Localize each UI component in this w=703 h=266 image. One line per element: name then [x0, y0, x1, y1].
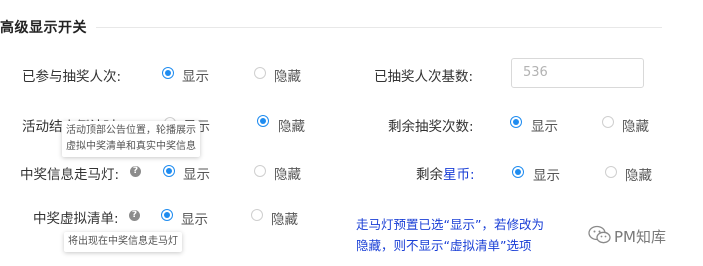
- coins-label: 剩余星币:: [416, 163, 475, 183]
- marquee-help-icon[interactable]: ?: [130, 166, 141, 177]
- remaining-show-label[interactable]: 显示: [531, 115, 558, 135]
- remaining-label: 剩余抽奖次数:: [388, 119, 474, 135]
- drawn-base-label: 已抽奖人次基数:: [374, 69, 474, 85]
- coins-show-label[interactable]: 显示: [533, 164, 560, 184]
- remaining-hide-label[interactable]: 隐藏: [622, 115, 649, 135]
- section-title: 高级显示开关: [0, 20, 87, 36]
- coins-hide-radio[interactable]: [605, 166, 617, 178]
- annotation-note-line-1: 走马灯预置已选“显示”，若修改为: [356, 217, 544, 232]
- remaining-show-radio[interactable]: [510, 116, 522, 128]
- virtual-list-hide-label[interactable]: 隐藏: [271, 208, 298, 228]
- coins-show-radio[interactable]: [512, 166, 524, 178]
- countdown-tooltip: 活动顶部公告位置，轮播展示 虚拟中奖清单和真实中奖信息: [62, 121, 200, 157]
- marquee-show-radio[interactable]: [163, 165, 175, 177]
- wechat-icon: [588, 225, 611, 244]
- virtual-list-label: 中奖虚拟清单:: [33, 211, 119, 227]
- virtual-list-help-icon[interactable]: ?: [129, 210, 140, 221]
- coins-label-accent: 星币:: [443, 167, 475, 183]
- section-divider: [96, 27, 662, 28]
- participants-label: 已参与抽奖人次:: [22, 69, 122, 85]
- coins-label-prefix: 剩余: [416, 167, 443, 183]
- marquee-hide-radio[interactable]: [254, 165, 266, 177]
- countdown-hide-radio[interactable]: [257, 115, 269, 127]
- drawn-base-input[interactable]: 536: [511, 58, 644, 88]
- virtual-list-show-radio[interactable]: [161, 209, 173, 221]
- marquee-label: 中奖信息走马灯:: [20, 167, 120, 183]
- coins-hide-label[interactable]: 隐藏: [625, 164, 652, 184]
- watermark-text: PM知库: [614, 228, 666, 246]
- virtual-list-tooltip: 将出现在中奖信息走马灯: [64, 232, 182, 252]
- marquee-hide-label[interactable]: 隐藏: [274, 163, 301, 183]
- countdown-tooltip-line-1: 活动顶部公告位置，轮播展示: [66, 125, 196, 136]
- countdown-hide-label[interactable]: 隐藏: [278, 115, 305, 135]
- remaining-hide-radio[interactable]: [602, 116, 614, 128]
- participants-hide-label[interactable]: 隐藏: [274, 65, 301, 85]
- participants-show-radio[interactable]: [162, 67, 174, 79]
- annotation-note: 走马灯预置已选“显示”，若修改为 隐藏，则不显示“虚拟清单”选项: [356, 214, 544, 256]
- countdown-tooltip-line-2: 虚拟中奖清单和真实中奖信息: [66, 141, 196, 152]
- marquee-show-label[interactable]: 显示: [183, 163, 210, 183]
- virtual-list-show-label[interactable]: 显示: [181, 208, 208, 228]
- participants-hide-radio[interactable]: [254, 67, 266, 79]
- annotation-note-line-2: 隐藏，则不显示“虚拟清单”选项: [356, 238, 532, 253]
- virtual-list-hide-radio[interactable]: [251, 209, 263, 221]
- participants-show-label[interactable]: 显示: [182, 65, 209, 85]
